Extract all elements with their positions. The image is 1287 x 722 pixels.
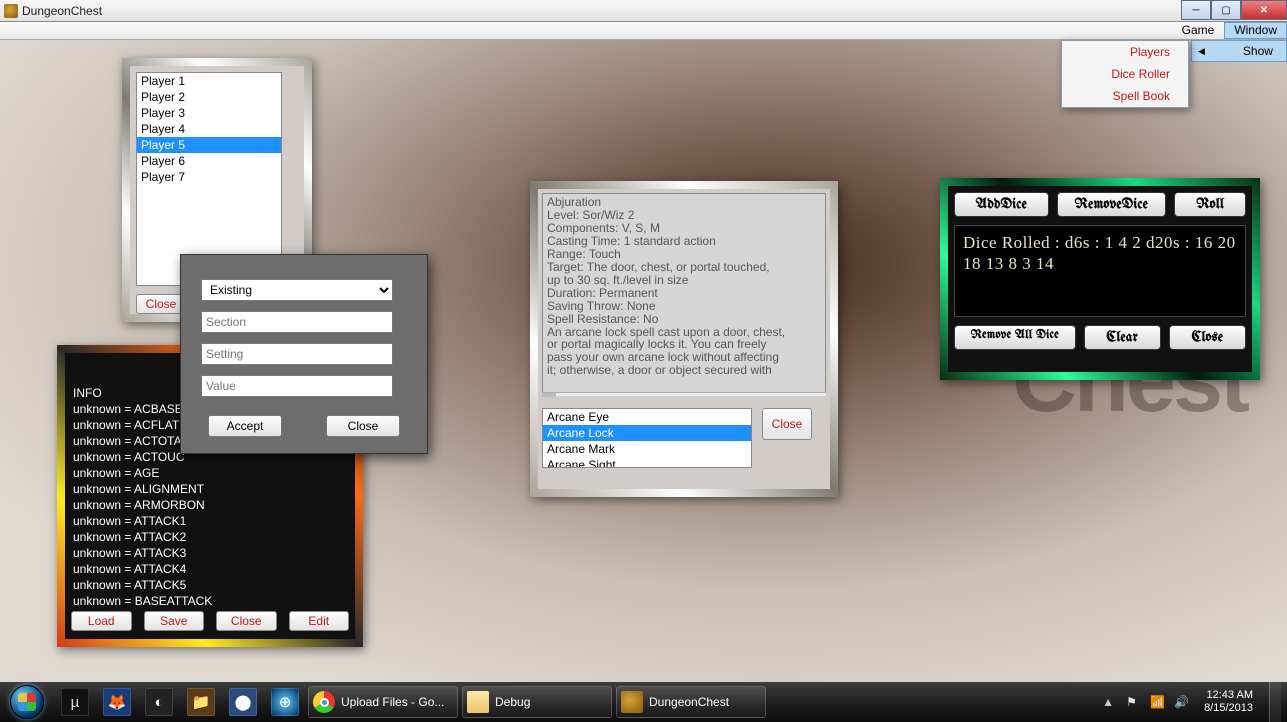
edit-value-input[interactable] (201, 375, 393, 397)
edit-mode-select[interactable]: Existing (201, 279, 393, 301)
dice-roll-button[interactable]: Roll (1174, 192, 1246, 217)
player-row[interactable]: Player 1 (137, 73, 281, 89)
main-canvas: Dun Chest ◀ Show Players Dice Roller Spe… (0, 40, 1287, 682)
info-row[interactable]: unknown = ATTACK2 (69, 529, 351, 545)
players-close-button[interactable]: Close (136, 294, 186, 314)
menu-game[interactable]: Game (1172, 22, 1225, 39)
window-title: DungeonChest (22, 4, 102, 18)
game-dropdown: Players Dice Roller Spell Book (1061, 40, 1189, 108)
pinned-app-1[interactable]: µ (54, 682, 96, 722)
pinned-app-2[interactable]: 🦊 (96, 682, 138, 722)
menu-bar: Game Window (0, 22, 1287, 40)
info-edit-button[interactable]: Edit (289, 611, 350, 631)
app-icon-6: ⊕ (271, 688, 299, 716)
dice-add-button[interactable]: AddDice (954, 192, 1049, 217)
clock-time: 12:43 AM (1204, 689, 1253, 702)
app-icon (4, 4, 18, 18)
player-row[interactable]: Player 3 (137, 105, 281, 121)
taskbar-clock[interactable]: 12:43 AM 8/15/2013 (1198, 689, 1259, 714)
info-row[interactable]: unknown = AGE (69, 465, 351, 481)
spell-row[interactable]: Arcane Eye (543, 409, 751, 425)
info-row[interactable]: unknown = ATTACK4 (69, 561, 351, 577)
info-row[interactable]: unknown = ATTACK3 (69, 545, 351, 561)
minimize-button[interactable]: ─ (1181, 0, 1211, 20)
start-button[interactable] (0, 682, 54, 722)
player-row[interactable]: Player 4 (137, 121, 281, 137)
task-button[interactable]: DungeonChest (616, 686, 766, 718)
info-row[interactable]: unknown = ARMORBON (69, 497, 351, 513)
dropdown-dice-roller[interactable]: Dice Roller (1062, 63, 1188, 85)
dice-clear-button[interactable]: Clear (1084, 325, 1161, 350)
task-label: Debug (495, 695, 530, 709)
tray-up-icon[interactable]: ▲ (1102, 695, 1116, 709)
tray-network-icon[interactable]: 📶 (1150, 695, 1164, 709)
taskbar: µ 🦊 ◐ 📁 ⬤ ⊕ Upload Files - Go... Debug Dun… (0, 682, 1287, 722)
app-icon-5: ⬤ (229, 688, 257, 716)
edit-section-input[interactable] (201, 311, 393, 333)
app-icon-3: ◐ (145, 688, 173, 716)
info-row[interactable]: unknown = ATTACK5 (69, 577, 351, 593)
edit-accept-button[interactable]: Accept (208, 415, 282, 437)
system-tray: ▲ ⚑ 📶 🔊 12:43 AM 8/15/2013 (1102, 682, 1287, 722)
info-load-button[interactable]: Load (71, 611, 132, 631)
spell-close-button[interactable]: Close (762, 408, 812, 440)
submenu-show-label: Show (1243, 44, 1273, 58)
submenu-arrow-icon: ◀ (1198, 46, 1205, 57)
info-save-button[interactable]: Save (144, 611, 205, 631)
window-titlebar: DungeonChest ─ ▢ ✕ (0, 0, 1287, 22)
close-window-button[interactable]: ✕ (1241, 0, 1287, 20)
window-submenu-show[interactable]: ◀ Show (1191, 40, 1287, 62)
task-label: Upload Files - Go... (341, 695, 444, 709)
windows-orb-icon (10, 685, 44, 719)
gimp-icon: 🦊 (103, 688, 131, 716)
dice-remove-button[interactable]: RemoveDice (1057, 192, 1167, 217)
spell-row[interactable]: Arcane Mark (543, 441, 751, 457)
pinned-app-4[interactable]: 📁 (180, 682, 222, 722)
menu-window[interactable]: Window (1224, 22, 1287, 39)
window-controls: ─ ▢ ✕ (1181, 0, 1287, 20)
chrome-icon (313, 691, 335, 713)
task-button[interactable]: Debug (462, 686, 612, 718)
info-row[interactable]: unknown = BASEATTACK (69, 593, 351, 605)
dice-panel: AddDice RemoveDice Roll Dice Rolled : d6… (940, 178, 1260, 380)
dice-remove-all-button[interactable]: Remove All Dice (954, 325, 1076, 350)
spell-description[interactable]: Abjuration Level: Sor/Wiz 2 Components: … (542, 193, 826, 393)
player-row[interactable]: Player 5 (137, 137, 281, 153)
dice-result-display: Dice Rolled : d6s : 1 4 2 d20s : 16 20 1… (954, 225, 1246, 317)
player-row[interactable]: Player 7 (137, 169, 281, 185)
spell-panel: Abjuration Level: Sor/Wiz 2 Components: … (530, 181, 838, 497)
dice-close-button[interactable]: Close (1169, 325, 1246, 350)
app-icon-4: 📁 (187, 688, 215, 716)
spell-row[interactable]: Arcane Sight (543, 457, 751, 468)
utorrent-icon: µ (61, 688, 89, 716)
tray-flag-icon[interactable]: ⚑ (1126, 695, 1140, 709)
spell-listbox[interactable]: Arcane EyeArcane LockArcane MarkArcane S… (542, 408, 752, 468)
task-label: DungeonChest (649, 695, 729, 709)
info-row[interactable]: unknown = ATTACK1 (69, 513, 351, 529)
dropdown-players[interactable]: Players (1062, 41, 1188, 63)
task-buttons: Upload Files - Go... Debug DungeonChest (306, 686, 768, 718)
player-row[interactable]: Player 6 (137, 153, 281, 169)
show-desktop-button[interactable] (1269, 682, 1281, 722)
info-row[interactable]: unknown = ALIGNMENT (69, 481, 351, 497)
spell-row[interactable]: Arcane Lock (543, 425, 751, 441)
pinned-app-3[interactable]: ◐ (138, 682, 180, 722)
folder-icon (467, 691, 489, 713)
maximize-button[interactable]: ▢ (1211, 0, 1241, 20)
app-icon (621, 691, 643, 713)
pinned-app-5[interactable]: ⬤ (222, 682, 264, 722)
edit-dialog: Existing Accept Close (180, 254, 428, 454)
clock-date: 8/15/2013 (1204, 702, 1253, 715)
dropdown-spell-book[interactable]: Spell Book (1062, 85, 1188, 107)
edit-setting-input[interactable] (201, 343, 393, 365)
task-button[interactable]: Upload Files - Go... (308, 686, 458, 718)
tray-volume-icon[interactable]: 🔊 (1174, 695, 1188, 709)
pinned-app-6[interactable]: ⊕ (264, 682, 306, 722)
info-close-button[interactable]: Close (216, 611, 277, 631)
edit-close-button[interactable]: Close (326, 415, 400, 437)
player-row[interactable]: Player 2 (137, 89, 281, 105)
